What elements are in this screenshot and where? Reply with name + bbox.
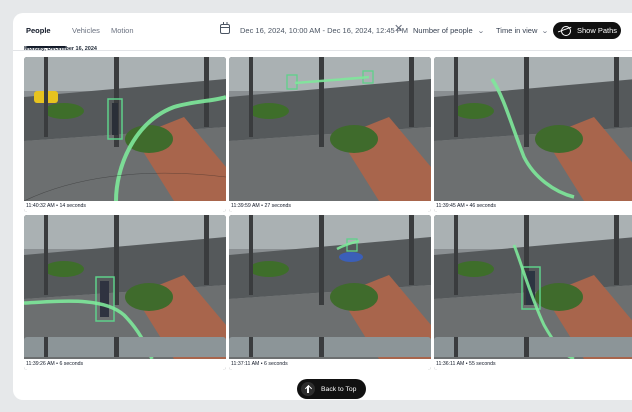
chevron-down-icon: ⌄ bbox=[541, 28, 550, 35]
result-caption: 11:39:59 AM • 27 seconds bbox=[229, 201, 431, 212]
chevron-down-icon: ⌄ bbox=[476, 28, 485, 35]
result-caption: 11:39:45 AM • 46 seconds bbox=[434, 201, 632, 212]
tab-motion[interactable]: Motion bbox=[111, 26, 134, 35]
result-card-partial[interactable] bbox=[434, 337, 632, 357]
result-card[interactable]: 11:39:59 AM • 27 seconds bbox=[229, 57, 431, 212]
result-caption: 11:37:11 AM • 6 seconds bbox=[229, 359, 431, 370]
thumbnail-image bbox=[229, 57, 431, 201]
result-card[interactable]: 11:39:45 AM • 46 seconds bbox=[434, 57, 632, 212]
result-card[interactable]: 11:40:32 AM • 14 seconds bbox=[24, 57, 226, 212]
date-range-picker[interactable]: Dec 16, 2024, 10:00 AM - Dec 16, 2024, 1… bbox=[240, 26, 408, 35]
result-card-partial[interactable] bbox=[24, 337, 226, 357]
tab-vehicles[interactable]: Vehicles bbox=[72, 26, 100, 35]
thumbnail-image bbox=[434, 57, 632, 201]
show-paths-button[interactable]: Show Paths bbox=[553, 22, 621, 39]
time-in-view-filter[interactable]: Time in view ⌄ bbox=[496, 26, 550, 35]
paths-icon bbox=[561, 25, 571, 36]
back-to-top-label: Back to Top bbox=[321, 385, 357, 393]
back-to-top-button[interactable]: Back to Top bbox=[297, 379, 366, 399]
filter-toolbar: People Vehicles Motion Dec 16, 2024, 10:… bbox=[13, 13, 632, 51]
result-caption: 11:39:26 AM • 6 seconds bbox=[24, 359, 226, 370]
arrow-up-icon bbox=[301, 382, 315, 396]
number-of-people-label: Number of people bbox=[413, 26, 473, 35]
show-paths-label: Show Paths bbox=[577, 26, 618, 35]
result-card-partial[interactable] bbox=[229, 337, 431, 357]
result-caption: 11:36:11 AM • 55 seconds bbox=[434, 359, 632, 370]
number-of-people-filter[interactable]: Number of people ⌄ bbox=[413, 26, 484, 35]
calendar-icon[interactable] bbox=[220, 22, 230, 34]
app-frame: People Vehicles Motion Dec 16, 2024, 10:… bbox=[13, 13, 632, 400]
tab-people[interactable]: People bbox=[26, 26, 51, 35]
result-caption: 11:40:32 AM • 14 seconds bbox=[24, 201, 226, 212]
thumbnail-image bbox=[24, 57, 226, 201]
time-in-view-label: Time in view bbox=[496, 26, 538, 35]
close-icon[interactable]: ✕ bbox=[394, 22, 403, 35]
date-heading: Monday, December 16, 2024 bbox=[24, 46, 97, 52]
